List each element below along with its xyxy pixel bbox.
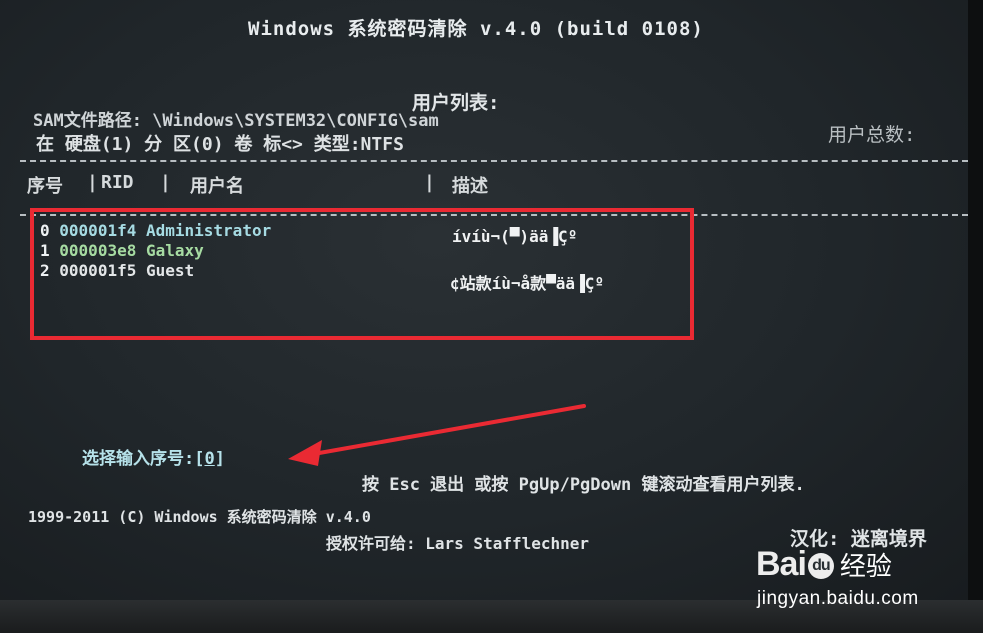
- baidu-watermark: Bai du 经验: [756, 545, 892, 584]
- monitor-bezel: [968, 0, 983, 633]
- dos-screen: Windows 系统密码清除 v.4.0 (build 0108) 用户列表: …: [0, 0, 968, 600]
- annotation-arrow: [288, 404, 586, 466]
- baidu-jingyan-text: 经验: [839, 552, 892, 582]
- paw-icon: du: [807, 553, 834, 580]
- watermark-url: jingyan.baidu.com: [757, 588, 919, 609]
- baidu-logo-text: Bai: [756, 545, 807, 583]
